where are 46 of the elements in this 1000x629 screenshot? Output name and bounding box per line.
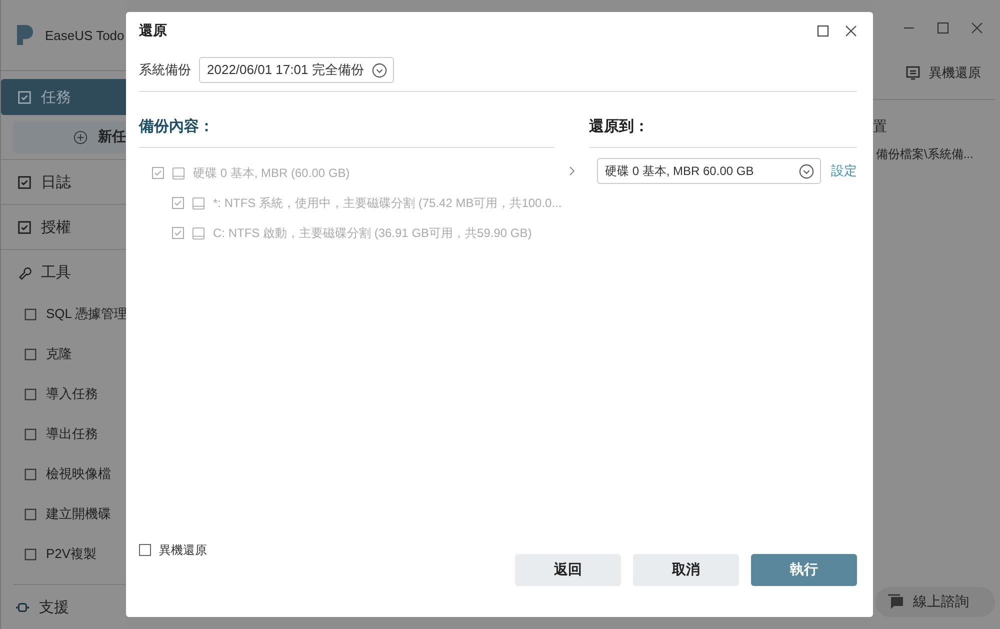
checkbox[interactable] <box>139 544 151 556</box>
wrench-icon <box>17 264 32 280</box>
tool-item[interactable]: P2V複製 <box>1 534 126 574</box>
logo-icon <box>15 23 35 47</box>
close-icon[interactable] <box>845 25 857 37</box>
drive-icon <box>192 226 205 240</box>
close-icon[interactable] <box>971 22 983 34</box>
toolbar-button[interactable]: 異機還原 <box>873 34 995 82</box>
maximize-icon[interactable] <box>937 22 949 34</box>
checkbox-label: 異機還原 <box>159 542 207 558</box>
backup-dropdown[interactable]: 2022/06/01 17:01 完全備份 <box>199 57 394 83</box>
settings-link[interactable]: 設定 <box>831 162 857 180</box>
dialog-title: 還原 <box>139 22 168 40</box>
monitor-icon <box>905 65 921 81</box>
chevron-right-icon <box>568 165 576 177</box>
execute-button[interactable]: 執行 <box>751 554 857 586</box>
chat-icon <box>887 594 905 610</box>
tool-item[interactable]: SQL 憑據管理 <box>1 294 126 334</box>
drive-icon <box>172 166 185 180</box>
chat-button[interactable]: 線上諮詢 <box>875 587 995 617</box>
tree-item-label: C: NTFS 啟動，主要磁碟分割 (36.91 GB可用，共59.90 GB) <box>213 224 532 242</box>
section-heading: 還原到： <box>589 117 650 137</box>
tree-item-label: *: NTFS 系統，使用中，主要磁碟分割 (75.42 MB可用，共100.0... <box>213 194 562 212</box>
maximize-icon[interactable] <box>817 25 829 37</box>
checkbox-icon <box>23 466 38 482</box>
tree-item-label: 硬碟 0 基本, MBR (60.00 GB) <box>193 164 350 182</box>
plus-icon <box>73 130 88 144</box>
dialog-button[interactable]: 取消 <box>633 554 739 586</box>
tool-item[interactable]: 建立開機碟 <box>1 494 126 534</box>
target-dropdown[interactable]: 硬碟 0 基本, MBR 60.00 GB <box>597 158 821 184</box>
drive-icon <box>192 196 205 210</box>
chevron-icon <box>799 164 814 178</box>
tool-item[interactable]: 檢視映像檔 <box>1 454 126 494</box>
tool-item[interactable]: 導出任務 <box>1 414 126 454</box>
sidebar-item[interactable]: 任務 <box>1 79 126 115</box>
chevron-icon <box>372 62 387 78</box>
tool-item[interactable]: 導入任務 <box>1 374 126 414</box>
app-title: EaseUS Todo <box>45 28 124 42</box>
new-task-button[interactable]: 新任 <box>13 121 126 153</box>
tool-item[interactable]: 克隆 <box>1 334 126 374</box>
section-heading: 置 <box>873 117 888 136</box>
field-label: 系統備份 <box>139 61 191 79</box>
path-text: 備份檔案\系統備... <box>876 146 974 163</box>
section-heading: 備份內容： <box>139 117 215 137</box>
section-title: 工具 <box>41 262 71 282</box>
dialog-button[interactable]: 返回 <box>515 554 621 586</box>
